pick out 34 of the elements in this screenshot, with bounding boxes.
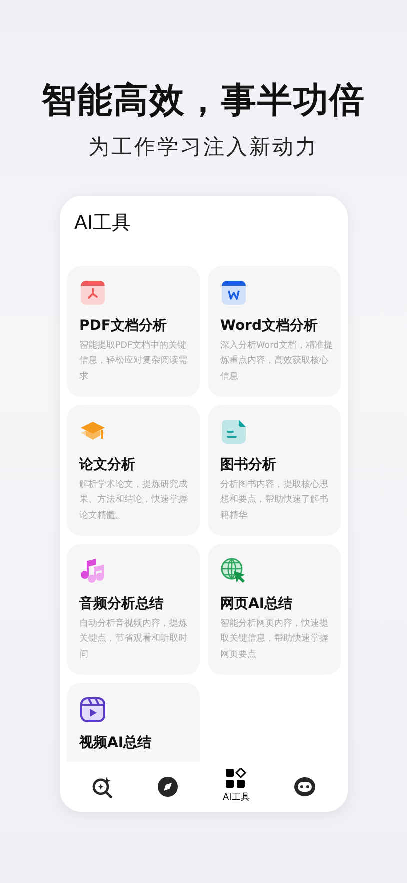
tool-name: 视频AI总结 [80, 734, 153, 752]
tool-card[interactable]: 图书分析 分析图书内容，提取核心思想和要点，帮助快速了解书籍精华 [208, 404, 340, 536]
compass-icon [157, 776, 180, 798]
tool-description: 智能提取PDF文档中的关键信息，轻松应对复杂阅读需求 [80, 340, 188, 384]
tool-card[interactable]: Word文档分析 深入分析Word文档，精准提炼重点内容，高效获取核心信息 [208, 266, 340, 396]
music-notes-icon [80, 558, 106, 584]
headline: 智能高效，事半功倍 [40, 80, 366, 122]
panel-title: AI工具 [74, 212, 132, 234]
app-grid-icon [225, 768, 248, 790]
tool-name: PDF文档分析 [80, 316, 168, 336]
tool-description: 分析图书内容，提取核心思想和要点，帮助快速了解书籍精华 [220, 478, 330, 524]
tool-name: 网页AI总结 [220, 594, 294, 614]
document-icon [220, 418, 246, 444]
tool-card[interactable]: 视频AI总结 [66, 682, 200, 762]
tool-card[interactable]: 音频分析总结 自动分析音视频内容，提炼关键点，节省观看和听取时间 [66, 544, 200, 674]
tool-description: 自动分析音视频内容，提炼关键点，节省观看和听取时间 [80, 618, 188, 662]
video-play-icon [80, 696, 106, 722]
tool-description: 深入分析Word文档，精准提炼重点内容，高效获取核心信息 [220, 340, 334, 384]
pdf-document-icon [80, 280, 106, 306]
robot-face-icon [294, 776, 316, 798]
tool-card[interactable]: 网页AI总结 智能分析网页内容，快速提取关键信息，帮助快速掌握网页要点 [208, 544, 340, 674]
subheadline: 为工作学习注入新动力 [88, 134, 320, 161]
tool-name: 论文分析 [80, 456, 136, 474]
tool-name: 音频分析总结 [80, 594, 164, 614]
tool-name: 图书分析 [220, 456, 278, 474]
tool-card[interactable]: 论文分析 解析学术论文，提炼研究成果、方法和结论，快速掌握论文精髓。 [66, 404, 200, 536]
sparkle-search-icon [91, 776, 114, 798]
globe-cursor-icon [220, 558, 246, 584]
tool-description: 智能分析网页内容，快速提取关键信息，帮助快速掌握网页要点 [220, 618, 330, 662]
tab-button[interactable]: AI工具 [216, 766, 256, 808]
tool-name: Word文档分析 [220, 316, 319, 336]
tool-description: 解析学术论文，提炼研究成果、方法和结论，快速掌握论文精髓。 [80, 478, 188, 524]
word-document-icon [220, 280, 246, 306]
tool-card[interactable]: PDF文档分析 智能提取PDF文档中的关键信息，轻松应对复杂阅读需求 [66, 266, 200, 396]
